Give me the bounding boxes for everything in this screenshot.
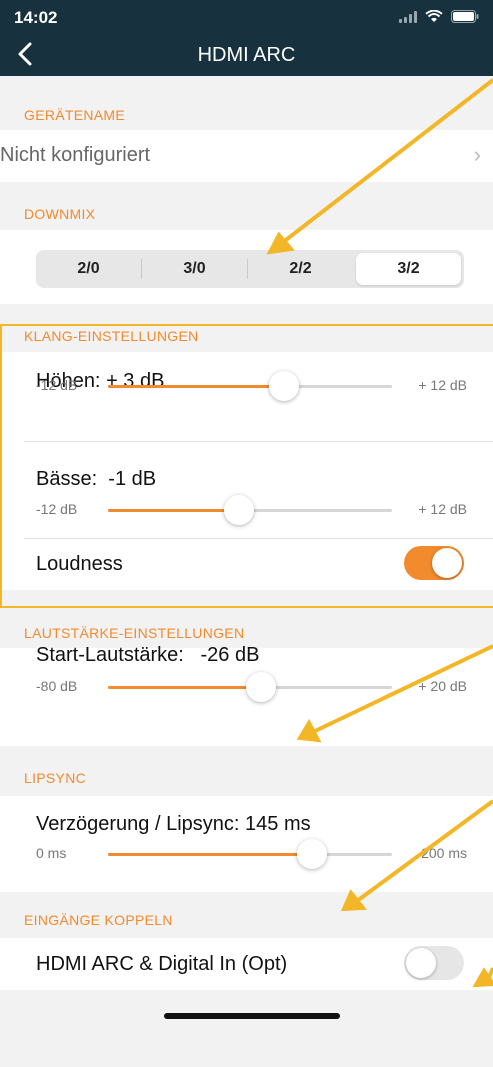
start-volume-track[interactable] (108, 672, 392, 702)
bass-fill (108, 509, 239, 512)
arrowhead-icon (340, 889, 367, 912)
start-volume-fill (108, 686, 262, 689)
section-label-eingaenge: EINGÄNGE KOPPELN (24, 912, 173, 928)
start-volume-thumb[interactable] (246, 672, 277, 702)
device-name-value: Nicht konfiguriert (0, 144, 151, 166)
home-indicator (164, 1013, 340, 1019)
treble-thumb[interactable] (269, 371, 300, 401)
slider-max-label: + 20 dB (418, 678, 467, 694)
status-icons (399, 10, 479, 23)
downmix-option-3-2[interactable]: 3/2 (356, 253, 461, 285)
bass-thumb[interactable] (223, 495, 254, 525)
downmix-segmented-control[interactable]: 2/0 3/0 2/2 3/2 (36, 250, 464, 288)
slider-max-label: + 12 dB (418, 377, 467, 393)
slider-min-label: -12 dB (36, 377, 78, 393)
section-label-downmix: DOWNMIX (24, 206, 96, 222)
lipsync-fill (108, 853, 313, 856)
loudness-toggle[interactable] (404, 546, 464, 580)
lipsync-label: Verzögerung / Lipsync: 145 ms (36, 813, 311, 835)
section-label-klang: KLANG-EINSTELLUNGEN (24, 328, 199, 344)
downmix-option-3-0[interactable]: 3/0 (142, 253, 247, 285)
annotation-box-left (0, 324, 2, 608)
signal-icon (399, 10, 417, 23)
annotation-box-bottom (0, 606, 493, 608)
treble-slider-row: -12 dB + 12 dB (0, 371, 493, 401)
wifi-icon (425, 10, 443, 22)
downmix-option-2-2[interactable]: 2/2 (248, 253, 353, 285)
nav-header: 14:02 HDMI ARC (0, 0, 493, 76)
couple-inputs-toggle[interactable] (404, 946, 464, 980)
slider-min-label: -80 dB (36, 678, 78, 694)
treble-track[interactable] (108, 371, 392, 401)
loudness-label: Loudness (36, 553, 123, 575)
start-volume-label: Start-Lautstärke: -26 dB (36, 644, 260, 666)
bass-label: Bässe: -1 dB (36, 468, 157, 490)
lipsync-thumb[interactable] (297, 839, 328, 869)
device-name-row[interactable]: Nicht konfiguriert › (0, 130, 493, 182)
section-label-lautstaerke: LAUTSTÄRKE-EINSTELLUNGEN (24, 625, 245, 641)
lipsync-track[interactable] (108, 839, 392, 869)
couple-inputs-label: HDMI ARC & Digital In (Opt) (36, 953, 288, 975)
downmix-option-2-0[interactable]: 2/0 (36, 253, 141, 285)
treble-fill (108, 385, 285, 388)
bass-track[interactable] (108, 495, 392, 525)
toggle-knob (432, 548, 462, 578)
slider-max-label: 200 ms (421, 845, 467, 861)
slider-max-label: + 12 dB (418, 501, 467, 517)
slider-min-label: 0 ms (36, 845, 67, 861)
section-label-geraetename: GERÄTENAME (24, 107, 126, 123)
start-volume-slider-row: -80 dB + 20 dB (0, 672, 493, 702)
chevron-right-icon: › (473, 142, 481, 167)
section-label-lipsync: LIPSYNC (24, 770, 87, 786)
annotation-box-top (0, 324, 493, 326)
divider (24, 441, 493, 442)
slider-min-label: -12 dB (36, 501, 78, 517)
battery-icon (451, 10, 479, 23)
lipsync-slider-row: 0 ms 200 ms (0, 839, 493, 869)
page-title: HDMI ARC (197, 44, 296, 66)
status-time: 14:02 (14, 8, 58, 27)
divider (24, 538, 493, 539)
bass-slider-row: -12 dB + 12 dB (0, 495, 493, 525)
toggle-knob (406, 948, 436, 978)
